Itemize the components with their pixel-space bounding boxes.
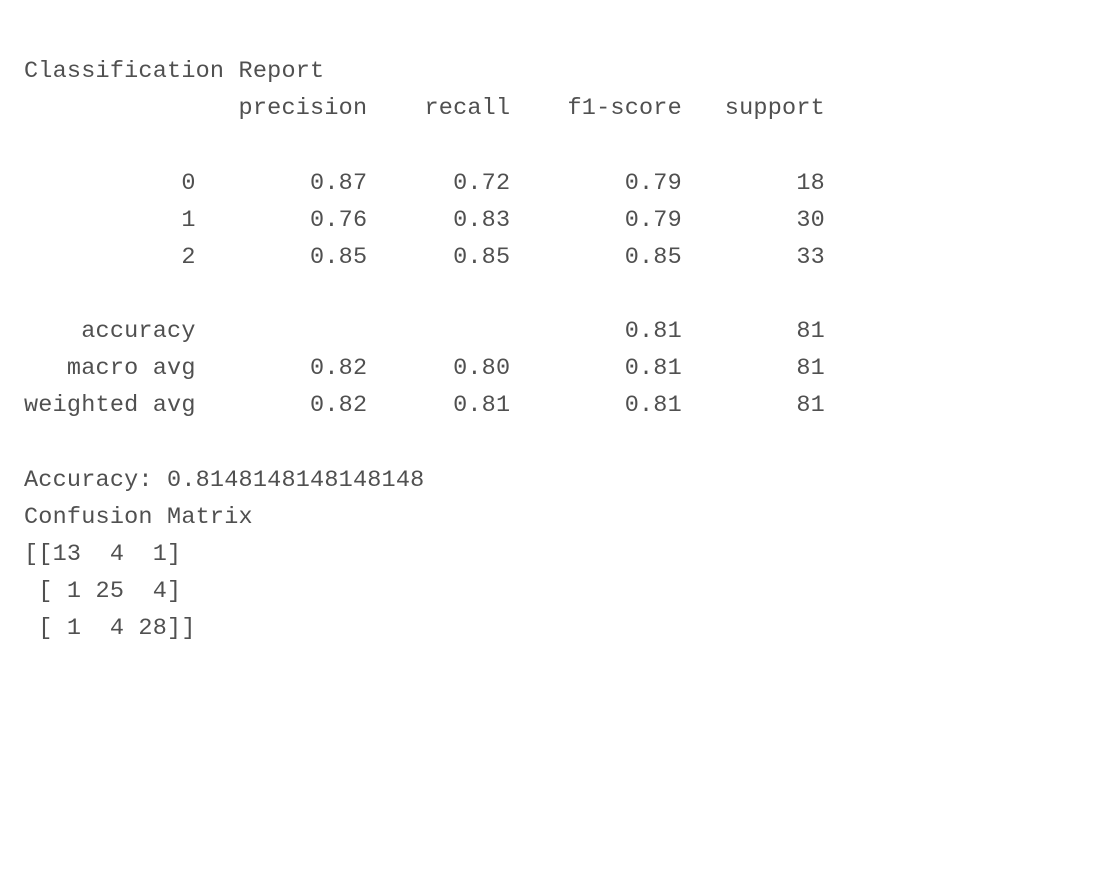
classification-report-output: Classification Report precision recall f… <box>24 53 1078 647</box>
